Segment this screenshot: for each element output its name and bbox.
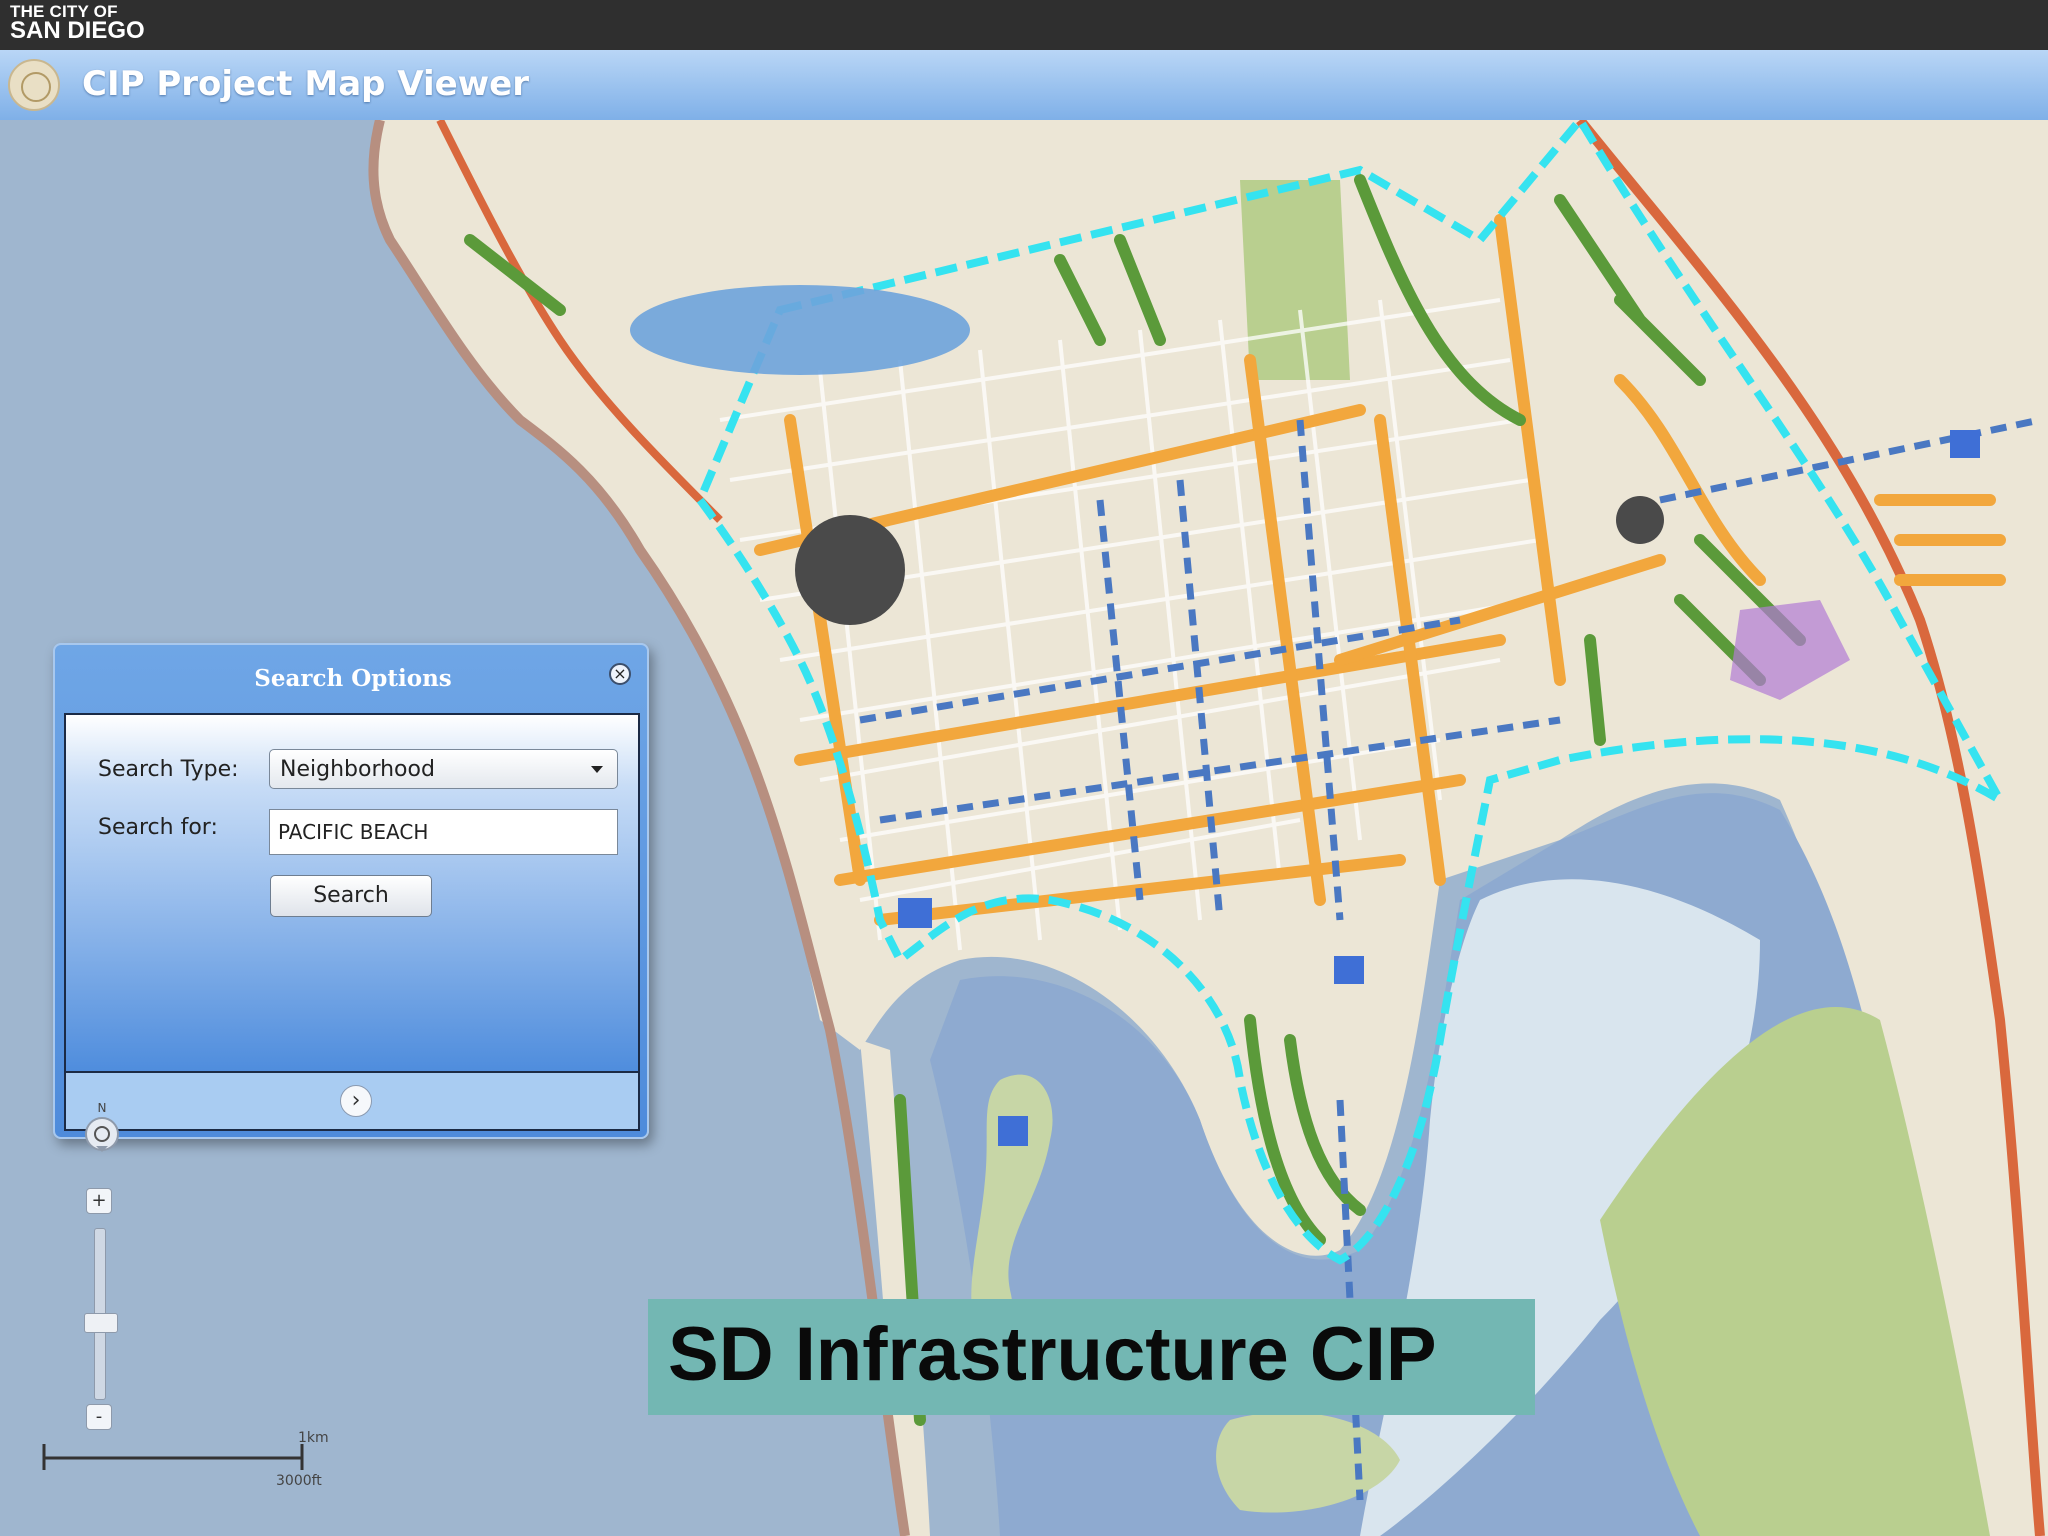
zoom-control: + - [83,1186,118,1436]
accessibility-marker-4[interactable] [998,1116,1028,1146]
scale-bar: 1km 3000ft [42,1430,329,1489]
project-cluster-dark-2[interactable] [1616,496,1664,544]
city-seal-icon [8,59,60,111]
accessibility-marker-3[interactable] [1950,430,1980,458]
city-header-bar: THE CITY OF SAN DIEGO [0,0,2048,50]
accessibility-marker-2[interactable] [1334,956,1364,984]
close-icon[interactable]: × [609,663,631,685]
zoom-in-icon[interactable]: + [86,1188,112,1214]
accessibility-marker[interactable] [898,898,932,928]
search-for-input[interactable] [269,809,618,855]
banner-text: SD Infrastructure CIP [668,1312,1437,1397]
park-area-2 [1240,180,1350,380]
scale-imperial-label: 3000ft [276,1473,322,1489]
search-type-select[interactable]: Neighborhood [269,749,618,789]
zoom-out-icon[interactable]: - [86,1404,112,1430]
compass-icon[interactable]: N [80,1100,124,1160]
compass-north-label: N [98,1101,107,1115]
search-form: Search Type: Neighborhood Search for: Se… [64,713,640,1073]
search-type-label: Search Type: [98,757,239,782]
search-options-panel: Search Options × Search Type: Neighborho… [53,643,649,1139]
city-label-line2: SAN DIEGO [10,17,145,44]
project-cluster-dark[interactable] [795,515,905,625]
scale-metric-label: 1km [298,1430,329,1446]
chevron-right-icon[interactable]: › [340,1085,372,1117]
search-for-label: Search for: [98,815,218,840]
app-title-bar: CIP Project Map Viewer [0,50,2048,120]
project-cluster-blue[interactable] [630,285,970,375]
zoom-slider-thumb[interactable] [84,1313,118,1333]
search-button[interactable]: Search [270,875,432,917]
city-logo-text[interactable]: THE CITY OF SAN DIEGO [10,3,145,43]
app-title: CIP Project Map Viewer [82,64,529,104]
chevron-down-icon [591,766,603,773]
panel-footer: › [64,1073,640,1131]
panel-title: Search Options [254,665,452,692]
overlay-banner: SD Infrastructure CIP [648,1299,1535,1415]
search-type-value: Neighborhood [280,757,435,782]
